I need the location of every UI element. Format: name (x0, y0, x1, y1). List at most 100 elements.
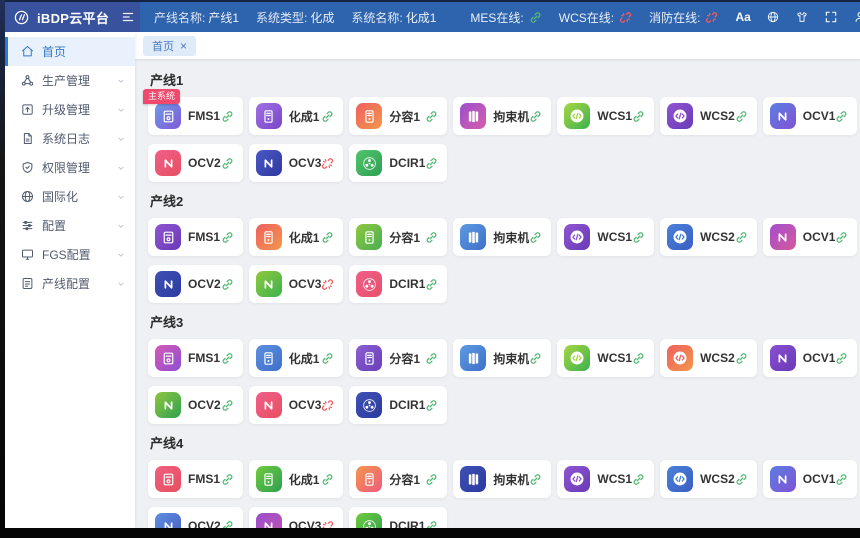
app-card[interactable]: 化成1 (249, 218, 344, 256)
link-online-icon[interactable] (835, 110, 848, 123)
app-card[interactable]: 化成1 (249, 460, 344, 498)
app-card[interactable]: DCIR1 (349, 507, 447, 528)
app-card[interactable]: 分容1 (349, 339, 447, 377)
link-online-icon[interactable] (425, 110, 438, 123)
link-online-icon[interactable] (835, 352, 848, 365)
link-online-icon[interactable] (221, 231, 234, 244)
app-card[interactable]: 分容1 (349, 218, 447, 256)
link-online-icon[interactable] (735, 110, 748, 123)
app-card[interactable]: WCS1 (557, 218, 654, 256)
app-card[interactable]: 化成1 (249, 339, 344, 377)
tab-label: 首页 (152, 38, 174, 54)
app-card[interactable]: OCV3 (249, 507, 344, 528)
link-online-icon[interactable] (221, 157, 234, 170)
link-online-icon[interactable] (529, 110, 542, 123)
fullscreen-icon[interactable] (824, 10, 838, 24)
link-broken-icon[interactable] (321, 278, 334, 291)
link-online-icon[interactable] (735, 231, 748, 244)
link-online-icon[interactable] (425, 520, 438, 529)
app-card[interactable]: OCV3 (249, 265, 344, 303)
app-card[interactable]: DCIR1 (349, 265, 447, 303)
sidebar-item-home[interactable]: 首页 (5, 37, 135, 66)
sidebar-item-lines[interactable]: 产线配置 (5, 269, 135, 298)
sidebar-item-permission[interactable]: 权限管理 (5, 153, 135, 182)
app-card[interactable]: 拘束机 (453, 460, 551, 498)
font-size-button[interactable]: Aa (735, 10, 750, 24)
app-card[interactable]: WCS2 (660, 97, 757, 135)
app-card[interactable]: 分容1 (349, 97, 447, 135)
app-card[interactable]: WCS2 (660, 460, 757, 498)
app-card[interactable]: OCV2 (148, 265, 243, 303)
app-card[interactable]: WCS1 (557, 97, 654, 135)
sidebar-item-production[interactable]: 生产管理 (5, 66, 135, 95)
app-card[interactable]: DCIR1 (349, 144, 447, 182)
app-card[interactable]: OCV2 (148, 386, 243, 424)
link-online-icon[interactable] (835, 231, 848, 244)
sidebar-item-upgrade[interactable]: 升级管理 (5, 95, 135, 124)
app-card[interactable]: 拘束机 (453, 218, 551, 256)
app-card[interactable]: OCV3 (249, 386, 344, 424)
link-online-icon[interactable] (321, 352, 334, 365)
link-online-icon[interactable] (632, 473, 645, 486)
link-online-icon[interactable] (425, 352, 438, 365)
link-online-icon[interactable] (835, 473, 848, 486)
link-online-icon[interactable] (321, 110, 334, 123)
app-card[interactable]: WCS1 (557, 460, 654, 498)
link-online-icon[interactable] (632, 352, 645, 365)
sidebar-item-globe[interactable]: 国际化 (5, 182, 135, 211)
link-online-icon[interactable] (321, 231, 334, 244)
app-card[interactable]: WCS2 (660, 218, 757, 256)
link-online-icon[interactable] (425, 157, 438, 170)
app-card[interactable]: DCIR1 (349, 386, 447, 424)
app-card[interactable]: 拘束机 (453, 339, 551, 377)
link-online-icon[interactable] (321, 473, 334, 486)
link-online-icon[interactable] (632, 110, 645, 123)
language-icon[interactable] (766, 10, 780, 24)
link-online-icon[interactable] (425, 399, 438, 412)
link-broken-icon[interactable] (321, 399, 334, 412)
sidebar-item-config[interactable]: 配置 (5, 211, 135, 240)
app-card[interactable]: WCS1 (557, 339, 654, 377)
link-online-icon[interactable] (221, 110, 234, 123)
link-online-icon[interactable] (735, 473, 748, 486)
link-online-icon[interactable] (425, 278, 438, 291)
app-card[interactable]: OCV2 (148, 144, 243, 182)
link-broken-icon[interactable] (321, 520, 334, 529)
user-icon[interactable] (853, 10, 860, 24)
app-card[interactable]: 化成1 (249, 97, 344, 135)
app-card[interactable]: OCV1 (763, 97, 858, 135)
app-card-label: DCIR1 (389, 519, 425, 528)
link-online-icon[interactable] (425, 473, 438, 486)
link-online-icon[interactable] (735, 352, 748, 365)
app-card[interactable]: OCV1 (763, 218, 858, 256)
link-broken-icon[interactable] (321, 157, 334, 170)
app-card[interactable]: OCV3 (249, 144, 344, 182)
app-card[interactable]: OCV2 (148, 507, 243, 528)
tab-home[interactable]: 首页 × (143, 36, 196, 56)
status-label: WCS在线: (559, 9, 614, 26)
link-online-icon[interactable] (221, 520, 234, 529)
app-card[interactable]: OCV1 (763, 460, 858, 498)
app-card[interactable]: OCV1 (763, 339, 858, 377)
link-online-icon[interactable] (221, 399, 234, 412)
app-card[interactable]: FMS1主系统 (148, 97, 243, 135)
link-online-icon[interactable] (529, 473, 542, 486)
link-online-icon[interactable] (221, 473, 234, 486)
app-card[interactable]: 拘束机 (453, 97, 551, 135)
app-card[interactable]: FMS1 (148, 339, 243, 377)
app-card[interactable]: FMS1 (148, 460, 243, 498)
app-card[interactable]: 分容1 (349, 460, 447, 498)
link-online-icon[interactable] (529, 352, 542, 365)
sidebar-item-monitor[interactable]: FGS配置 (5, 240, 135, 269)
close-icon[interactable]: × (180, 40, 187, 52)
link-online-icon[interactable] (221, 352, 234, 365)
app-card[interactable]: FMS1 (148, 218, 243, 256)
app-card[interactable]: WCS2 (660, 339, 757, 377)
link-online-icon[interactable] (632, 231, 645, 244)
link-online-icon[interactable] (529, 231, 542, 244)
link-online-icon[interactable] (221, 278, 234, 291)
theme-icon[interactable] (795, 10, 809, 24)
sidebar-item-logs[interactable]: 系统日志 (5, 124, 135, 153)
sidebar-collapse-icon[interactable] (121, 10, 135, 24)
link-online-icon[interactable] (425, 231, 438, 244)
